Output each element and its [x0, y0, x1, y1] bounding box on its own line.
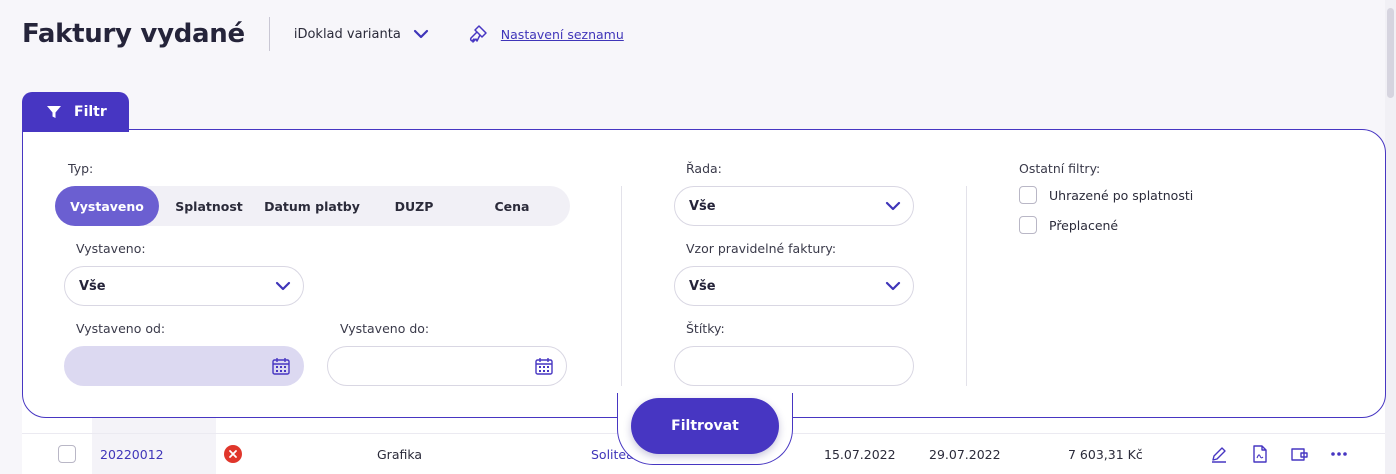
chevron-down-icon — [885, 279, 901, 293]
invoice-amount: 7 603,31 Kč — [1068, 446, 1143, 462]
overpaid-checkbox[interactable] — [1019, 216, 1037, 234]
filter-panel: Typ: Vystaveno Splatnost Datum platby DU… — [22, 129, 1386, 418]
row-checkbox[interactable] — [58, 445, 76, 463]
overpaid-option[interactable]: Přeplacené — [1019, 216, 1118, 234]
template-select[interactable]: Vše — [674, 266, 914, 306]
variant-dropdown[interactable]: iDoklad varianta — [294, 27, 429, 42]
tags-label: Štítky: — [686, 321, 725, 336]
tab-vystaveno[interactable]: Vystaveno — [55, 186, 159, 226]
status-error-icon — [224, 445, 242, 463]
page-scrollbar[interactable] — [1385, 0, 1396, 474]
chevron-down-icon — [275, 279, 291, 293]
type-label: Typ: — [68, 161, 94, 176]
overdue-paid-checkbox[interactable] — [1019, 186, 1037, 204]
overdue-paid-option[interactable]: Uhrazené po splatnosti — [1019, 186, 1193, 204]
issued-select-value: Vše — [79, 278, 106, 294]
invoice-number[interactable]: 20220012 — [100, 434, 164, 474]
filter-tab[interactable]: Filtr — [22, 92, 129, 132]
type-segmented-control: Vystaveno Splatnost Datum platby DUZP Ce… — [55, 186, 570, 226]
series-select-value: Vše — [689, 198, 716, 214]
title-divider — [268, 17, 270, 51]
template-label: Vzor pravidelné faktury: — [686, 241, 837, 256]
issued-label: Vystaveno: — [76, 241, 146, 256]
status-cell — [224, 434, 242, 474]
due-date: 29.07.2022 — [929, 446, 1001, 462]
edit-icon[interactable] — [1209, 434, 1229, 474]
issued-select[interactable]: Vše — [64, 266, 304, 306]
overdue-paid-label: Uhrazené po splatnosti — [1049, 187, 1194, 203]
issued-from-input[interactable] — [64, 346, 304, 386]
tab-cena[interactable]: Cena — [463, 186, 561, 226]
filter-submit-button[interactable]: Filtrovat — [631, 398, 779, 454]
issued-to-input[interactable] — [327, 346, 567, 386]
calendar-icon[interactable] — [534, 356, 554, 376]
row-select-cell — [58, 434, 76, 474]
page-title: Faktury vydané — [22, 19, 245, 49]
issued-to-label: Vystaveno do: — [340, 321, 430, 336]
issued-date: 15.07.2022 — [824, 446, 896, 462]
funnel-icon — [46, 104, 62, 120]
pdf-icon[interactable] — [1251, 434, 1269, 474]
variant-label: iDoklad varianta — [293, 26, 401, 42]
scrollbar-thumb[interactable] — [1387, 8, 1394, 98]
brush-icon — [467, 23, 489, 45]
wallet-icon[interactable] — [1289, 434, 1309, 474]
invoice-description: Grafika — [377, 446, 423, 462]
chevron-down-icon — [413, 29, 429, 39]
filter-tab-label: Filtr — [74, 104, 107, 120]
list-settings-label: Nastavení seznamu — [500, 26, 624, 42]
template-select-value: Vše — [689, 278, 716, 294]
series-label: Řada: — [686, 161, 722, 176]
tab-splatnost[interactable]: Splatnost — [159, 186, 259, 226]
overpaid-label: Přeplacené — [1049, 217, 1119, 233]
calendar-icon[interactable] — [271, 356, 291, 376]
chevron-down-icon — [885, 199, 901, 213]
issued-from-label: Vystaveno od: — [76, 321, 166, 336]
column-divider — [621, 186, 622, 386]
tab-duzp[interactable]: DUZP — [365, 186, 463, 226]
page-header: Faktury vydané iDoklad varianta Nastaven… — [22, 14, 624, 54]
tags-input[interactable] — [674, 346, 914, 386]
list-settings-link[interactable]: Nastavení seznamu — [467, 23, 624, 45]
column-divider — [966, 186, 967, 386]
more-icon[interactable] — [1329, 434, 1349, 474]
series-select[interactable]: Vše — [674, 186, 914, 226]
other-filters-label: Ostatní filtry: — [1019, 161, 1101, 176]
tab-datum-platby[interactable]: Datum platby — [259, 186, 365, 226]
